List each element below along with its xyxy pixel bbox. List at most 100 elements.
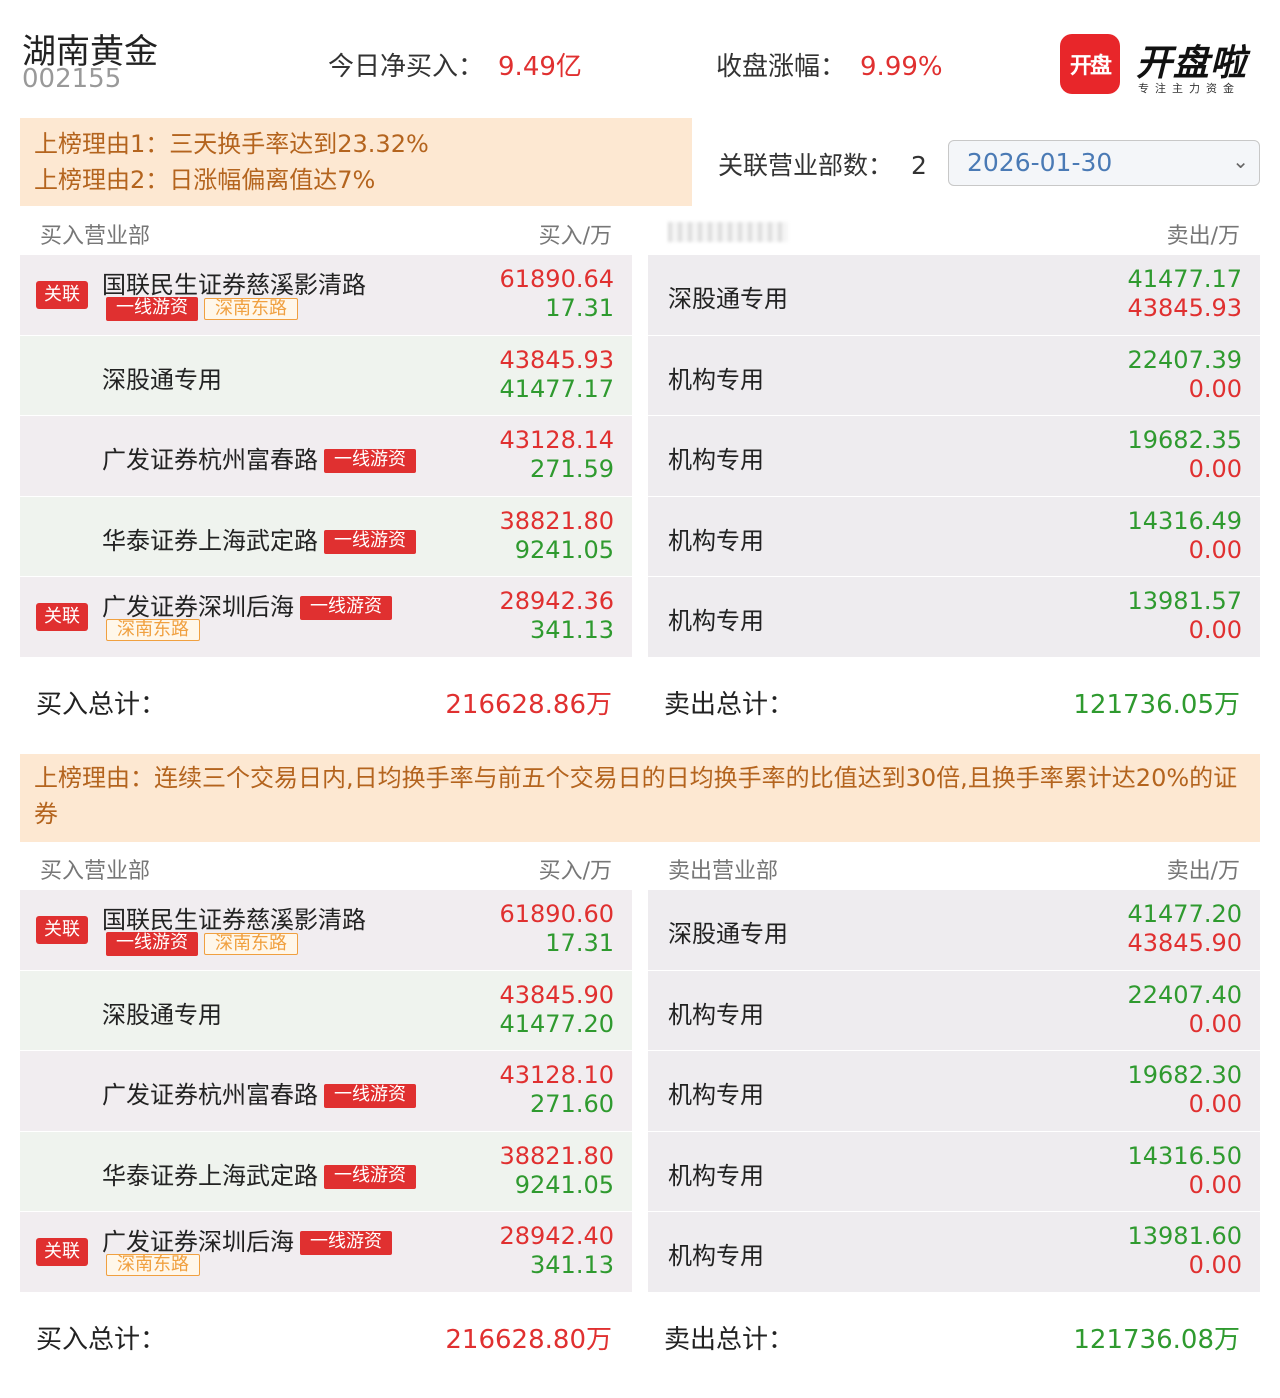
- buy-table-row[interactable]: 深股通专用 43845.93 41477.17: [20, 335, 632, 416]
- date-select[interactable]: 2026-01-30 ⌄: [948, 140, 1260, 186]
- listing-reason-2: 上榜理由2：日涨幅偏离值达7%: [34, 166, 376, 194]
- listing-reason-box-2: 上榜理由：连续三个交易日内,日均换手率与前五个交易日的日均换手率的比值达到30倍…: [20, 754, 1260, 842]
- buy-dept-header: 买入营业部: [40, 224, 151, 249]
- buy-table-row[interactable]: 关联 国联民生证券慈溪影清路 一线游资 深南东路 61890.60 17.31: [20, 890, 632, 971]
- sell-table-row[interactable]: 机构专用 13981.57 0.00: [648, 577, 1260, 658]
- buy-amount: 0.00: [1188, 1090, 1242, 1118]
- broker-badges: 一线游资 深南东路: [106, 297, 298, 321]
- header: 湖南黄金 002155 今日净买入： 9.49亿 收盘涨幅： 9.99% 开盘 开盘…: [0, 0, 1280, 110]
- listing-reason-3: 上榜理由：连续三个交易日内,日均换手率与前五个交易日的日均换手率的比值达到30倍…: [34, 764, 1238, 828]
- broker-name: 机构专用: [668, 365, 764, 394]
- sell-total-value: 121736.05万: [1073, 690, 1240, 720]
- buy-amount: 38821.80: [499, 1141, 614, 1170]
- hot-money-badge: 一线游资: [300, 1231, 392, 1255]
- broker-name: 深股通专用: [668, 285, 788, 313]
- region-badge: 深南东路: [204, 933, 298, 955]
- close-change-value: 9.99%: [860, 52, 943, 82]
- buy-table-row[interactable]: 华泰证券上海武定路 一线游资 38821.80 9241.05: [20, 496, 632, 577]
- sell-amount: 271.60: [530, 1090, 614, 1118]
- broker-name: 机构专用: [668, 1000, 764, 1029]
- broker-name: 广发证券杭州富春路 一线游资: [102, 440, 416, 475]
- buy-table-row[interactable]: 关联 广发证券深圳后海 一线游资 深南东路 28942.36 341.13: [20, 577, 632, 658]
- broker-name-text: 广发证券深圳后海: [102, 593, 294, 621]
- sell-amount: 13981.57: [1127, 587, 1242, 615]
- sell-unit-header: 卖出/万: [1166, 224, 1240, 249]
- sell-dept-header-2: 卖出营业部: [668, 859, 779, 884]
- buy-amount: 61890.64: [499, 265, 614, 293]
- sell-amount: 14316.49: [1127, 506, 1242, 535]
- close-change: 收盘涨幅： 9.99%: [716, 46, 943, 83]
- broker-badges: 深南东路: [106, 619, 200, 641]
- buy-amount: 43845.90: [1127, 929, 1242, 957]
- sell-table-2: 深股通专用 41477.20 43845.90 机构专用 22407.40 0.00 机构专…: [648, 890, 1260, 1293]
- listing-reason-box: 上榜理由1：三天换手率达到23.32% 上榜理由2：日涨幅偏离值达7%: [20, 118, 692, 206]
- sell-table-row[interactable]: 机构专用 14316.50 0.00: [648, 1131, 1260, 1212]
- sell-table-row[interactable]: 机构专用 19682.35 0.00: [648, 416, 1260, 497]
- chevron-down-icon: ⌄: [1232, 149, 1249, 173]
- broker-name-text: 广发证券深圳后海: [102, 1228, 294, 1256]
- buy-amount: 0.00: [1188, 1009, 1242, 1038]
- buy-table-row[interactable]: 广发证券杭州富春路 一线游资 43128.10 271.60: [20, 1051, 632, 1132]
- hot-money-badge: 一线游资: [106, 932, 198, 956]
- buy-table-row[interactable]: 华泰证券上海武定路 一线游资 38821.80 9241.05: [20, 1131, 632, 1212]
- sell-table-row[interactable]: 机构专用 13981.60 0.00: [648, 1212, 1260, 1293]
- broker-name: 机构专用: [668, 526, 764, 555]
- buy-amount: 0.00: [1188, 616, 1242, 644]
- broker-name-text: 广发证券杭州富春路: [102, 1081, 318, 1109]
- buy-amount: 0.00: [1188, 374, 1242, 403]
- broker-badges: 一线游资 深南东路: [106, 932, 298, 956]
- sell-column-header: 卖出/万: [648, 208, 1260, 252]
- app-logo: 开盘 开盘啦 专注主力资金: [1060, 34, 1260, 95]
- sell-amount: 41477.17: [499, 374, 614, 403]
- blurred-header: [668, 222, 788, 242]
- hot-money-badge: 一线游资: [106, 297, 198, 321]
- related-tag: 关联: [36, 603, 88, 631]
- buy-table-row[interactable]: 广发证券杭州富春路 一线游资 43128.14 271.59: [20, 416, 632, 497]
- buy-amount: 61890.60: [499, 900, 614, 928]
- sell-table-row[interactable]: 机构专用 22407.40 0.00: [648, 970, 1260, 1051]
- buy-table-row[interactable]: 关联 广发证券深圳后海 一线游资 深南东路 28942.40 341.13: [20, 1212, 632, 1293]
- sell-table-row[interactable]: 机构专用 14316.49 0.00: [648, 496, 1260, 577]
- listing-reason-1: 上榜理由1：三天换手率达到23.32%: [34, 130, 429, 158]
- sell-amount: 17.31: [545, 929, 614, 957]
- related-dept-value: 2: [911, 151, 927, 180]
- sell-table-row[interactable]: 机构专用 19682.30 0.00: [648, 1051, 1260, 1132]
- broker-name: 机构专用: [668, 1081, 764, 1109]
- buy-column-header-2: 买入营业部 买入/万: [20, 843, 632, 887]
- sell-table-row[interactable]: 深股通专用 41477.20 43845.90: [648, 890, 1260, 971]
- buy-amount: 0.00: [1188, 1251, 1242, 1279]
- broker-name: 机构专用: [668, 446, 764, 474]
- sell-total-label-2: 卖出总计：: [664, 1325, 795, 1355]
- logo-subtitle: 专注主力资金: [1138, 82, 1240, 95]
- buy-amount: 43845.90: [499, 980, 614, 1009]
- broker-name: 机构专用: [668, 607, 764, 635]
- buy-amount: 43845.93: [499, 345, 614, 374]
- broker-name: 国联民生证券慈溪影清路: [102, 265, 366, 300]
- buy-total-value: 216628.86万: [445, 690, 612, 720]
- broker-name: 广发证券深圳后海 一线游资: [102, 1222, 392, 1257]
- sell-table-row[interactable]: 深股通专用 41477.17 43845.93: [648, 255, 1260, 336]
- broker-name-text: 国联民生证券慈溪影清路: [102, 271, 366, 299]
- net-buy: 今日净买入： 9.49亿: [328, 46, 582, 83]
- sell-amount: 9241.05: [514, 1170, 614, 1199]
- sell-amount: 271.59: [530, 455, 614, 483]
- buy-amount: 28942.36: [499, 587, 614, 615]
- broker-name-text: 深股通专用: [102, 1000, 222, 1029]
- buy-table-row[interactable]: 深股通专用 43845.90 41477.20: [20, 970, 632, 1051]
- related-tag: 关联: [36, 916, 88, 944]
- broker-name: 机构专用: [668, 1161, 764, 1190]
- hot-money-badge: 一线游资: [324, 529, 416, 554]
- buy-unit-header-2: 买入/万: [538, 859, 612, 884]
- broker-name-text: 深股通专用: [102, 365, 222, 394]
- broker-name: 国联民生证券慈溪影清路: [102, 900, 366, 935]
- sell-table-row[interactable]: 机构专用 22407.39 0.00: [648, 335, 1260, 416]
- logo-text: 开盘啦: [1136, 43, 1248, 84]
- buy-column-header: 买入营业部 买入/万: [20, 208, 632, 252]
- region-badge: 深南东路: [106, 1254, 200, 1276]
- sell-amount: 13981.60: [1127, 1222, 1242, 1250]
- buy-table-row[interactable]: 关联 国联民生证券慈溪影清路 一线游资 深南东路 61890.64 17.31: [20, 255, 632, 336]
- broker-name: 机构专用: [668, 1242, 764, 1270]
- sell-amount: 17.31: [545, 294, 614, 322]
- net-buy-label: 今日净买入：: [328, 52, 485, 82]
- buy-amount: 43128.14: [499, 426, 614, 454]
